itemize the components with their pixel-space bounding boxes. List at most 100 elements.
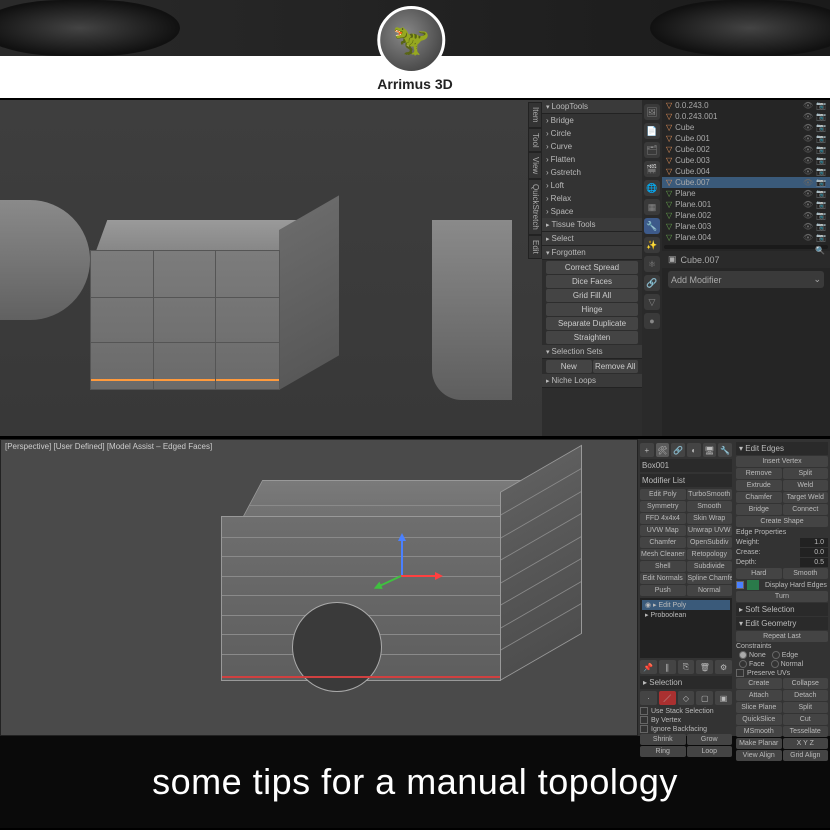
separate-dup-button[interactable]: Separate Duplicate — [546, 317, 638, 330]
ignore-backfacing-check[interactable]: Ignore Backfacing — [640, 725, 732, 733]
constraints-tab-icon[interactable]: 🔗 — [644, 275, 660, 291]
pin-stack-icon[interactable]: 📌 — [640, 660, 657, 674]
display-tab-icon[interactable]: 🖥 — [703, 443, 717, 457]
hard-button[interactable]: Hard — [736, 568, 782, 579]
add-modifier-button[interactable]: Add Modifier⌄ — [668, 271, 824, 288]
split-geo-button[interactable]: Split — [783, 702, 829, 713]
forgotten-header[interactable]: Forgotten — [542, 246, 642, 260]
bridge-button[interactable]: Bridge — [736, 504, 782, 515]
gizmo-y-axis[interactable] — [401, 535, 403, 575]
collapse-button[interactable]: Collapse — [783, 678, 829, 689]
make-planar-button[interactable]: Make Planar — [736, 738, 782, 749]
edge-subobj-icon[interactable]: ／ — [659, 691, 676, 705]
outliner-item[interactable]: ▽Plane👁📷 — [662, 188, 830, 199]
scene-tab-icon[interactable]: 🎬 — [644, 161, 660, 177]
weight-spinner[interactable]: 1.0 — [800, 538, 828, 547]
looptools-gstretch[interactable]: Gstretch — [542, 166, 642, 179]
motion-tab-icon[interactable]: ◐ — [687, 443, 701, 457]
xyz-button[interactable]: X Y Z — [783, 738, 829, 749]
modifier-list-dropdown[interactable]: Modifier List — [640, 474, 732, 487]
weld-button[interactable]: Weld — [783, 480, 829, 491]
mod-skinwrap[interactable]: Skin Wrap — [687, 513, 733, 524]
create-tab-icon[interactable]: + — [640, 443, 654, 457]
grow-button[interactable]: Grow — [687, 734, 733, 745]
selection-rollout[interactable]: ▸ Selection — [640, 676, 732, 689]
display-hard-check[interactable]: Display Hard Edges — [736, 580, 828, 590]
tab-view[interactable]: View — [528, 152, 542, 179]
select-header[interactable]: Select — [542, 232, 642, 246]
physics-tab-icon[interactable]: ⚛ — [644, 256, 660, 272]
by-vertex-check[interactable]: By Vertex — [640, 716, 732, 724]
msmooth-button[interactable]: MSmooth — [736, 726, 782, 737]
outliner-item[interactable]: ▽0.0.243.0👁📷 — [662, 100, 830, 111]
smooth-button[interactable]: Smooth — [783, 568, 829, 579]
attach-button[interactable]: Attach — [736, 690, 782, 701]
shrink-button[interactable]: Shrink — [640, 734, 686, 745]
ring-button[interactable]: Ring — [640, 746, 686, 757]
outliner-item[interactable]: ▽Cube👁📷 — [662, 122, 830, 133]
outliner-search[interactable] — [664, 245, 828, 249]
use-stack-sel-check[interactable]: Use Stack Selection — [640, 707, 732, 715]
poly-subobj-icon[interactable]: ▢ — [696, 691, 713, 705]
outliner-item[interactable]: ▽Cube.003👁📷 — [662, 155, 830, 166]
view-align-button[interactable]: View Align — [736, 750, 782, 761]
quickslice-button[interactable]: QuickSlice — [736, 714, 782, 725]
soft-selection-rollout[interactable]: ▸ Soft Selection — [736, 603, 828, 616]
mod-subdivide[interactable]: Subdivide — [687, 561, 733, 572]
hierarchy-tab-icon[interactable]: 🔗 — [671, 443, 685, 457]
edit-geometry-rollout[interactable]: ▾ Edit Geometry — [736, 617, 828, 630]
looptools-space[interactable]: Space — [542, 205, 642, 218]
grid-fill-button[interactable]: Grid Fill All — [546, 289, 638, 302]
split-button[interactable]: Split — [783, 468, 829, 479]
outliner-item[interactable]: ▽Plane.002👁📷 — [662, 210, 830, 221]
mod-push[interactable]: Push — [640, 585, 686, 596]
target-weld-button[interactable]: Target Weld — [783, 492, 829, 503]
selset-new-button[interactable]: New — [546, 360, 592, 373]
edit-edges-rollout[interactable]: ▾ Edit Edges — [736, 442, 828, 455]
object-name-field[interactable]: Box001 — [640, 459, 732, 472]
element-subobj-icon[interactable]: ▣ — [715, 691, 732, 705]
depth-spinner[interactable]: 0.5 — [800, 558, 828, 567]
remove-button[interactable]: Remove — [736, 468, 782, 479]
cut-button[interactable]: Cut — [783, 714, 829, 725]
correct-spread-button[interactable]: Correct Spread — [546, 261, 638, 274]
data-tab-icon[interactable]: ▽ — [644, 294, 660, 310]
output-tab-icon[interactable]: 📄 — [644, 123, 660, 139]
outliner-item[interactable]: ▽Plane.003👁📷 — [662, 221, 830, 232]
render-tab-icon[interactable]: 🖼 — [644, 104, 660, 120]
looptools-bridge[interactable]: Bridge — [542, 114, 642, 127]
detach-button[interactable]: Detach — [783, 690, 829, 701]
make-unique-icon[interactable]: ⎘ — [678, 660, 695, 674]
grid-align-button[interactable]: Grid Align — [783, 750, 829, 761]
outliner-item[interactable]: ▽Cube.004👁📷 — [662, 166, 830, 177]
configure-icon[interactable]: ⚙ — [715, 660, 732, 674]
dice-faces-button[interactable]: Dice Faces — [546, 275, 638, 288]
tab-quickstretch[interactable]: QuickStretch — [528, 179, 542, 235]
mod-uvwmap[interactable]: UVW Map — [640, 525, 686, 536]
constraint-none-radio[interactable]: None — [739, 651, 766, 659]
outliner-item[interactable]: ▽Cube.007👁📷 — [662, 177, 830, 188]
max-viewport[interactable]: [Perspective] [User Defined] [Model Assi… — [0, 439, 638, 736]
remove-mod-icon[interactable]: 🗑 — [696, 660, 713, 674]
mod-symmetry[interactable]: Symmetry — [640, 501, 686, 512]
mod-meshcleaner[interactable]: Mesh Cleaner — [640, 549, 686, 560]
extrude-button[interactable]: Extrude — [736, 480, 782, 491]
niche-header[interactable]: Niche Loops — [542, 374, 642, 388]
color-swatch[interactable] — [747, 580, 759, 590]
mod-smooth[interactable]: Smooth — [687, 501, 733, 512]
gizmo-x-axis[interactable] — [401, 575, 441, 577]
tessellate-button[interactable]: Tessellate — [783, 726, 829, 737]
channel-avatar[interactable]: 🦖 — [377, 6, 445, 74]
mod-normal[interactable]: Normal — [687, 585, 733, 596]
constraint-face-radio[interactable]: Face — [739, 660, 765, 668]
border-subobj-icon[interactable]: ◇ — [678, 691, 695, 705]
mod-splinechamfer[interactable]: Spline Chamfer — [687, 573, 733, 584]
vertex-subobj-icon[interactable]: · — [640, 691, 657, 705]
loop-button[interactable]: Loop — [687, 746, 733, 757]
selsets-header[interactable]: Selection Sets — [542, 345, 642, 359]
straighten-button[interactable]: Straighten — [546, 331, 638, 344]
viewlayer-tab-icon[interactable]: 🗂 — [644, 142, 660, 158]
preserve-uvs-check[interactable]: Preserve UVs — [736, 669, 828, 677]
create-button[interactable]: Create — [736, 678, 782, 689]
tissue-header[interactable]: Tissue Tools — [542, 218, 642, 232]
